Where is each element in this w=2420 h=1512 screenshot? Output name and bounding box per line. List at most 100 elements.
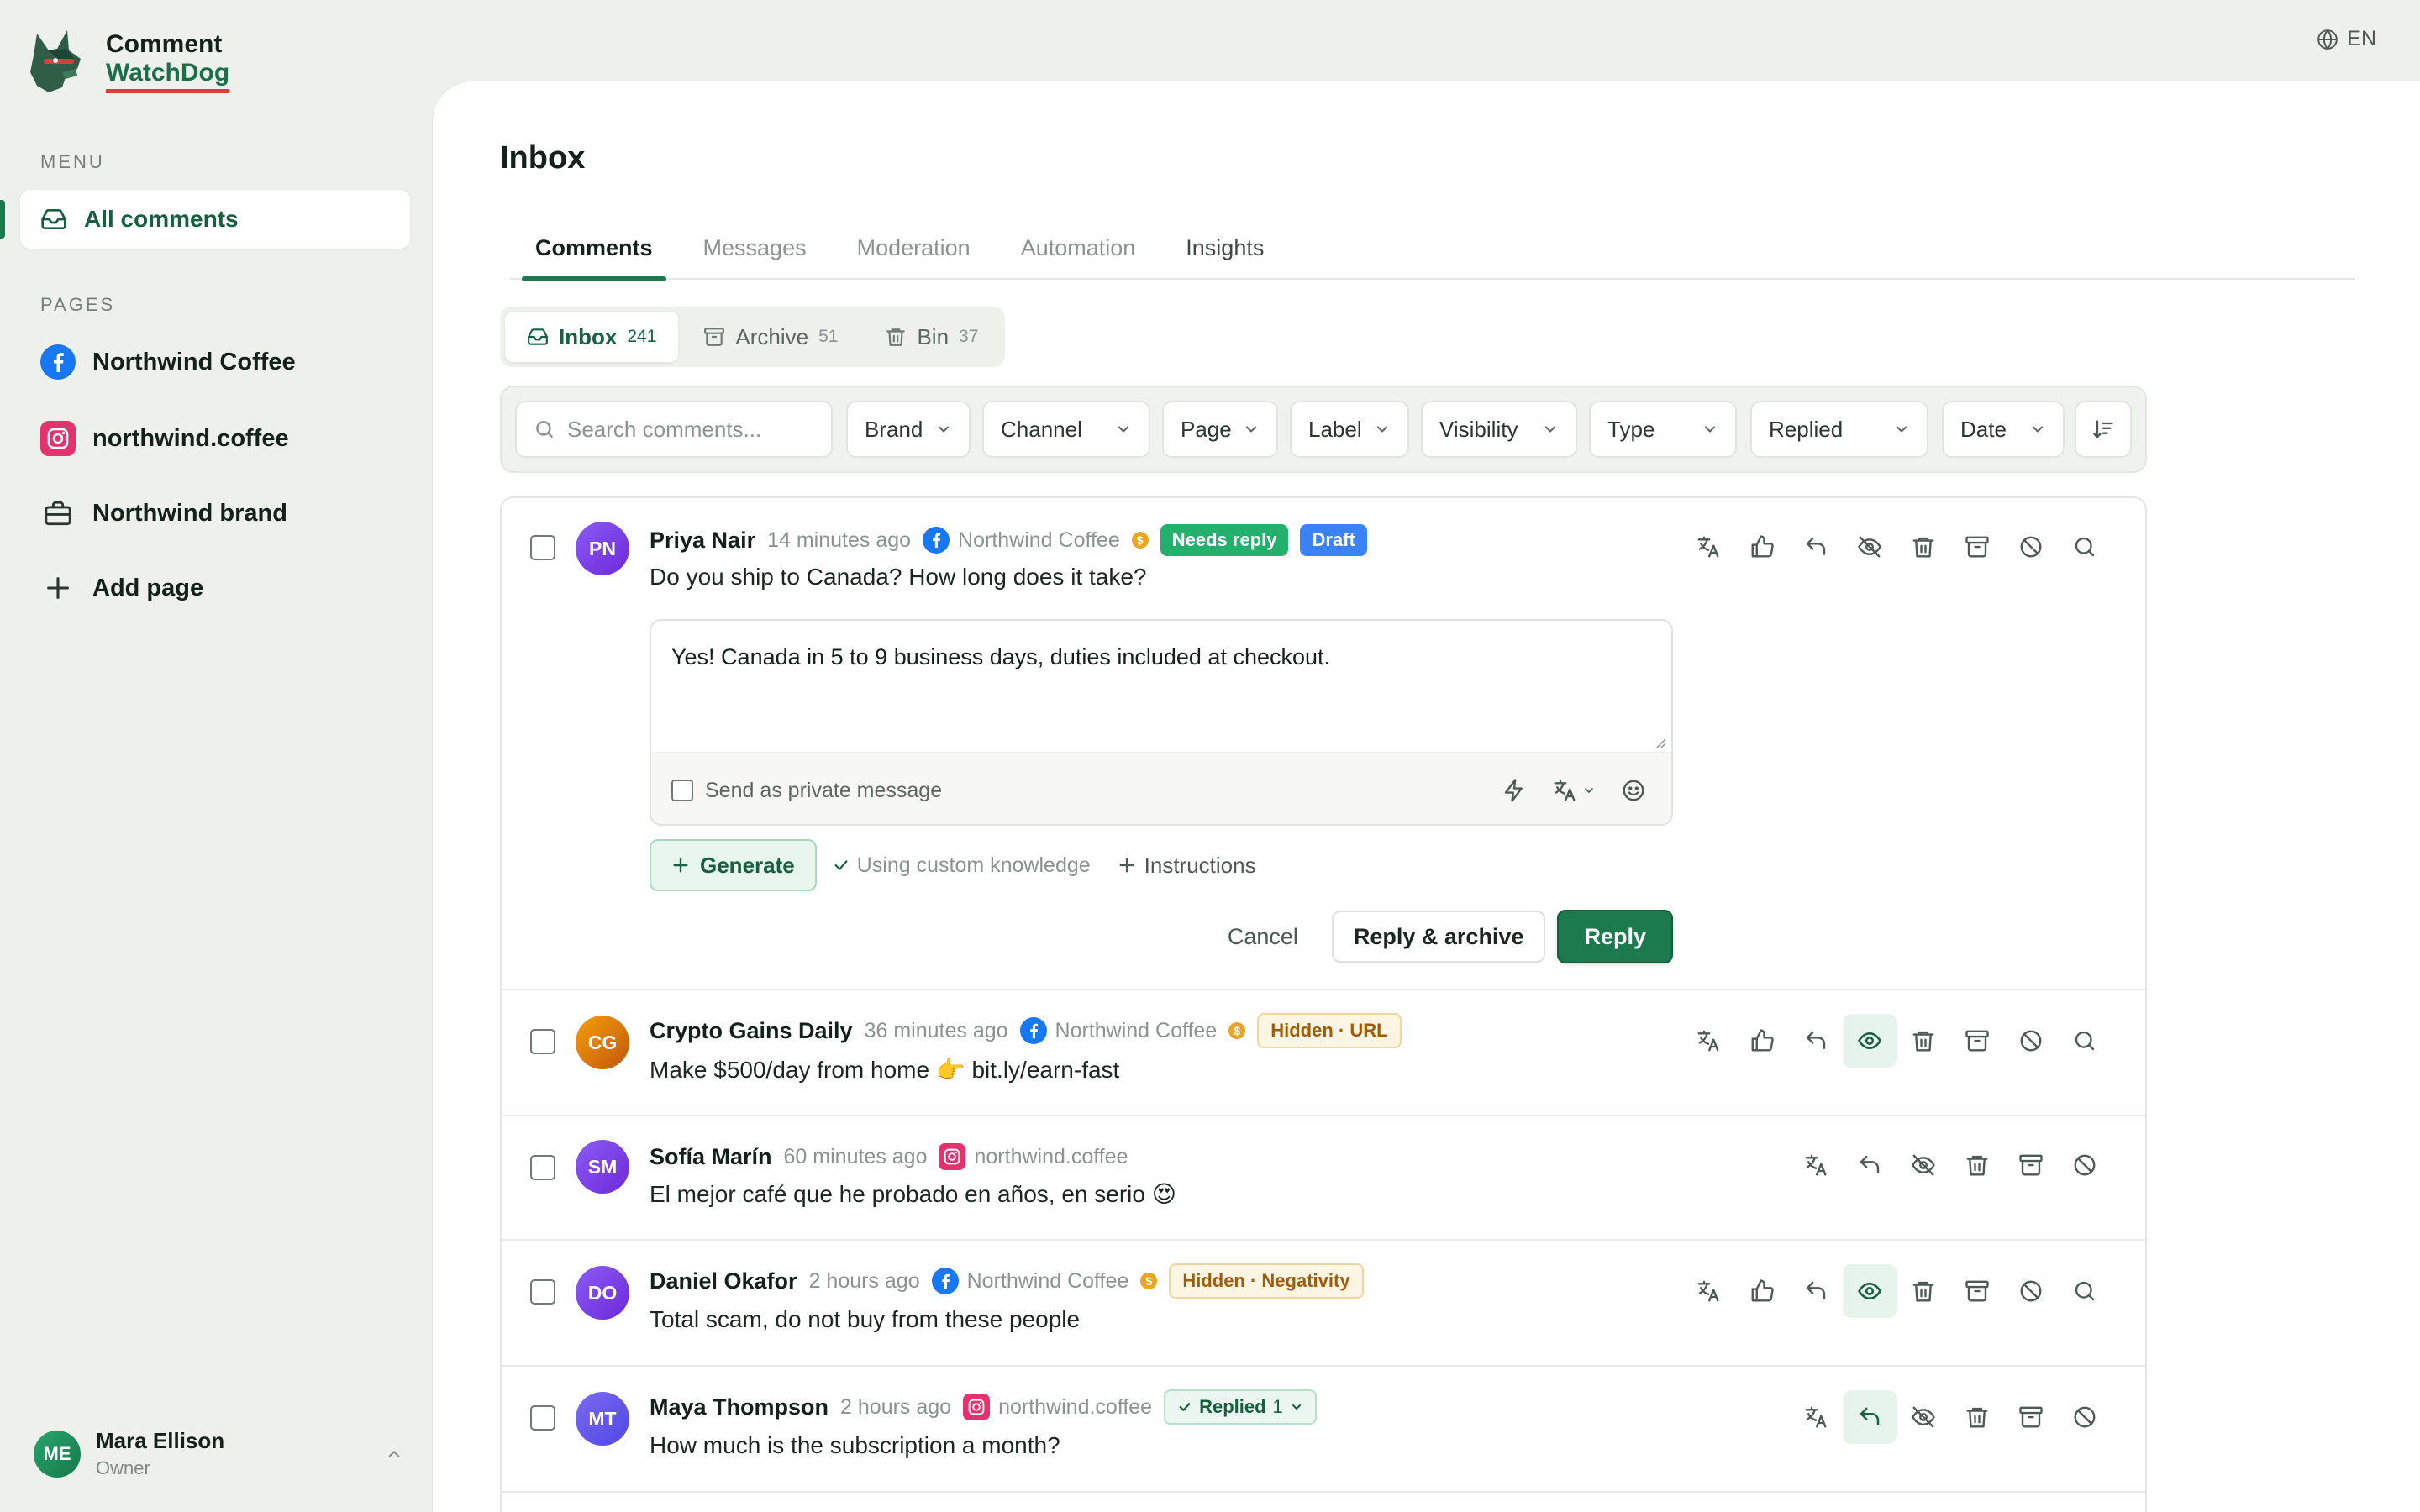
comment-page[interactable]: Northwind Coffee — [923, 527, 1120, 554]
block-button[interactable] — [2058, 1390, 2112, 1444]
page-title: Inbox — [500, 140, 586, 176]
translate-icon — [1697, 1280, 1719, 1302]
translate-button[interactable] — [1789, 1390, 1843, 1444]
row-checkbox[interactable] — [530, 1029, 555, 1054]
search-input[interactable] — [567, 416, 819, 443]
unhide-button[interactable] — [1843, 1014, 1897, 1068]
comment-page[interactable]: northwind.coffee — [963, 1394, 1152, 1420]
tab-insights[interactable]: Insights — [1186, 231, 1264, 280]
trash-icon — [1966, 1407, 1988, 1428]
archive-button[interactable] — [2004, 1138, 2058, 1192]
reply-icon — [1806, 1281, 1826, 1299]
unhide-button[interactable] — [1843, 1264, 1897, 1318]
reply-button[interactable] — [1789, 1264, 1843, 1318]
sidebar-page-northwind-brand[interactable]: Northwind brand — [40, 499, 287, 528]
comment-page[interactable]: northwind.coffee — [939, 1143, 1128, 1170]
reply-textarea[interactable]: Yes! Canada in 5 to 9 business days, dut… — [651, 621, 1671, 752]
comment-page[interactable]: Northwind Coffee — [931, 1268, 1128, 1294]
delete-button[interactable] — [1897, 1014, 1950, 1068]
archive-button[interactable] — [1950, 1264, 2004, 1318]
archive-button[interactable] — [2004, 1390, 2058, 1444]
comment-author[interactable]: Priya Nair — [650, 528, 755, 554]
like-button[interactable] — [1735, 1264, 1789, 1318]
like-button[interactable] — [1735, 1014, 1789, 1068]
tab-automation[interactable]: Automation — [1021, 231, 1136, 280]
cancel-button[interactable]: Cancel — [1206, 911, 1320, 963]
row-checkbox[interactable] — [530, 535, 555, 560]
delete-button[interactable] — [1950, 1390, 2004, 1444]
comment-author[interactable]: Sofía Marín — [650, 1144, 772, 1170]
sort-button[interactable] — [2075, 401, 2132, 458]
filter-date[interactable]: Date — [1942, 401, 2065, 458]
inspect-button[interactable] — [2058, 520, 2112, 574]
emoji-icon[interactable] — [1621, 778, 1646, 803]
send-reply-button[interactable]: Reply — [1557, 910, 1673, 963]
row-checkbox[interactable] — [530, 1279, 555, 1305]
sidebar-page-northwind-instagram[interactable]: northwind.coffee — [40, 421, 289, 456]
app-name: Comment WatchDog — [106, 30, 230, 93]
folder-archive[interactable]: Archive 51 — [681, 312, 860, 362]
comment-author[interactable]: Maya Thompson — [650, 1394, 829, 1420]
archive-button[interactable] — [1950, 1014, 2004, 1068]
reply-button[interactable] — [1843, 1138, 1897, 1192]
chevron-down-icon — [1118, 426, 1128, 433]
like-button[interactable] — [1735, 520, 1789, 574]
translate-button[interactable] — [1681, 1264, 1735, 1318]
sidebar-page-northwind-coffee[interactable]: Northwind Coffee — [40, 344, 296, 380]
block-button[interactable] — [2004, 1014, 2058, 1068]
user-menu[interactable]: ME Mara Ellison Owner — [34, 1428, 403, 1479]
inspect-button[interactable] — [2058, 1264, 2112, 1318]
row-checkbox[interactable] — [530, 1155, 555, 1180]
chevron-down-icon — [1545, 426, 1555, 433]
block-button[interactable] — [2004, 1264, 2058, 1318]
reply-button[interactable] — [1789, 520, 1843, 574]
folder-label: Bin — [917, 323, 950, 349]
block-button[interactable] — [2004, 520, 2058, 574]
generate-button[interactable]: Generate — [650, 839, 817, 891]
filter-replied[interactable]: Replied — [1750, 401, 1928, 458]
comment-author[interactable]: Daniel Okafor — [650, 1268, 797, 1294]
delete-button[interactable] — [1897, 1264, 1950, 1318]
delete-button[interactable] — [1897, 520, 1950, 574]
filter-channel[interactable]: Channel — [982, 401, 1150, 458]
app-logo[interactable]: Comment WatchDog — [25, 25, 230, 97]
private-message-checkbox[interactable] — [671, 780, 693, 801]
reply-and-archive-button[interactable]: Reply & archive — [1331, 911, 1546, 963]
translate-reply-dropdown[interactable] — [1552, 778, 1596, 803]
filter-page[interactable]: Page — [1162, 401, 1278, 458]
filter-type[interactable]: Type — [1589, 401, 1737, 458]
inspect-button[interactable] — [2058, 1014, 2112, 1068]
reply-button[interactable] — [1843, 1390, 1897, 1444]
folder-bin[interactable]: Bin 37 — [863, 312, 1000, 362]
hide-button[interactable] — [1843, 520, 1897, 574]
tab-moderation[interactable]: Moderation — [857, 231, 971, 280]
reply-button[interactable] — [1789, 1014, 1843, 1068]
block-button[interactable] — [2058, 1138, 2112, 1192]
filter-visibility[interactable]: Visibility — [1421, 401, 1577, 458]
comment-page[interactable]: Northwind Coffee — [1019, 1017, 1217, 1044]
comment-author[interactable]: Crypto Gains Daily — [650, 1018, 853, 1044]
trash-icon — [1966, 1155, 1988, 1176]
search-box[interactable] — [515, 401, 833, 458]
add-page-button[interactable]: Add page — [40, 574, 203, 602]
nav-all-comments[interactable]: All comments — [0, 190, 410, 249]
row-checkbox[interactable] — [530, 1405, 555, 1431]
translate-button[interactable] — [1789, 1138, 1843, 1192]
replied-badge[interactable]: Replied 1 — [1164, 1389, 1317, 1425]
instructions-button[interactable]: Instructions — [1118, 853, 1256, 879]
delete-button[interactable] — [1950, 1138, 2004, 1192]
comment-time: 2 hours ago — [840, 1394, 952, 1419]
resize-handle-icon[interactable] — [1653, 735, 1666, 748]
filter-label-select[interactable]: Label — [1290, 401, 1409, 458]
tab-messages[interactable]: Messages — [703, 231, 807, 280]
archive-button[interactable] — [1950, 520, 2004, 574]
language-switcher[interactable]: EN — [2317, 27, 2376, 51]
lightning-icon[interactable] — [1502, 778, 1527, 803]
hide-button[interactable] — [1897, 1138, 1950, 1192]
tab-comments[interactable]: Comments — [522, 231, 666, 281]
hide-button[interactable] — [1897, 1390, 1950, 1444]
translate-button[interactable] — [1681, 1014, 1735, 1068]
filter-brand[interactable]: Brand — [846, 401, 971, 458]
translate-button[interactable] — [1681, 520, 1735, 574]
folder-inbox[interactable]: Inbox 241 — [505, 312, 679, 362]
